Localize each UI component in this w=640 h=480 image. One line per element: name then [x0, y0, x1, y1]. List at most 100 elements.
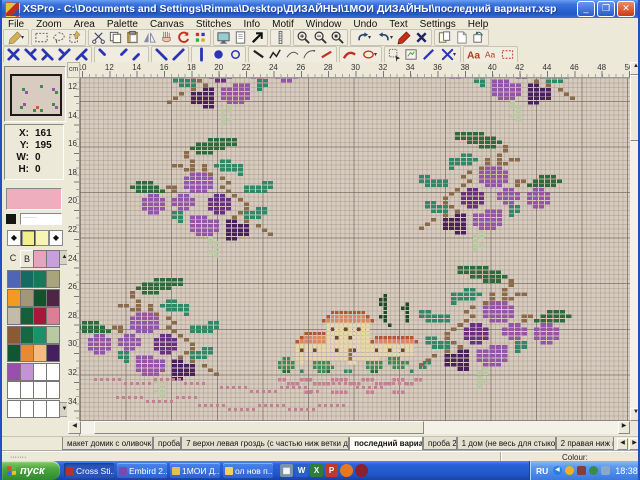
menu-zoom[interactable]: Zoom	[30, 19, 68, 30]
quarter1-button[interactable]	[96, 47, 113, 61]
copy-button[interactable]	[107, 31, 124, 45]
quick-swatch-4[interactable]: ◆	[49, 230, 63, 246]
taskbar-task-3[interactable]: 1МОИ Д...	[170, 463, 220, 478]
palette-color[interactable]	[7, 289, 21, 307]
bstitch-red-button[interactable]	[318, 47, 335, 61]
pattern-button[interactable]	[192, 31, 209, 45]
palette-color[interactable]	[20, 307, 34, 325]
cross-tq2-button[interactable]	[39, 47, 56, 61]
palette-color[interactable]	[46, 307, 60, 325]
palette-b-toggle[interactable]: B	[20, 250, 34, 268]
language-indicator[interactable]: RU	[536, 466, 548, 476]
redo-button[interactable]: ▾	[374, 31, 396, 45]
menu-settings[interactable]: Settings	[414, 19, 462, 30]
horizontal-scroll-thumb[interactable]	[94, 421, 424, 434]
motif-place-button[interactable]	[386, 47, 403, 61]
palette-color[interactable]	[20, 326, 34, 344]
taskbar-task-2[interactable]: Embird 2...	[117, 463, 167, 478]
tray-icon-2[interactable]	[577, 466, 586, 475]
grab-button[interactable]	[158, 31, 175, 45]
scroll-right-button[interactable]: ▶	[618, 421, 630, 434]
menu-help[interactable]: Help	[462, 19, 495, 30]
rotate-page-button[interactable]	[470, 31, 487, 45]
palette-color[interactable]	[46, 270, 60, 288]
text-aa2-button[interactable]: Aa	[482, 47, 499, 61]
palette-color[interactable]	[33, 326, 47, 344]
zoom-in-button[interactable]	[295, 31, 312, 45]
palette-color[interactable]	[46, 344, 60, 362]
quick-swatch-3[interactable]	[35, 230, 49, 246]
palette-color[interactable]	[7, 326, 21, 344]
quick-launch-icon-4[interactable]: P	[325, 464, 338, 477]
bstitch4-button[interactable]	[301, 47, 318, 61]
palette-color[interactable]	[20, 344, 34, 362]
tab-3[interactable]: 7 верхн левая гроздь (с частью ниж ветки…	[181, 437, 349, 450]
arc-red-button[interactable]	[341, 47, 358, 61]
marks-field[interactable]: ·······	[20, 213, 62, 225]
palette-color[interactable]	[7, 307, 21, 325]
flip-button[interactable]	[141, 31, 158, 45]
palette-color[interactable]	[7, 344, 21, 362]
cross-tq4-button[interactable]	[73, 47, 90, 61]
paste-button[interactable]	[124, 31, 141, 45]
cross-full-button[interactable]	[5, 47, 22, 61]
menu-palette[interactable]: Palette	[101, 19, 144, 30]
delete-x-button[interactable]	[413, 31, 430, 45]
quick-launch-icon-6[interactable]	[355, 464, 368, 477]
taskbar-task-1[interactable]: Cross Sti...	[64, 463, 114, 478]
quick-swatch-2[interactable]	[21, 230, 35, 246]
quick-launch-icon-1[interactable]: ▦	[280, 464, 293, 477]
menu-area[interactable]: Area	[68, 19, 101, 30]
palette-color[interactable]	[33, 289, 47, 307]
bstitch1-button[interactable]	[250, 47, 267, 61]
tab-2[interactable]: проба	[153, 437, 181, 450]
vertical-scroll-thumb[interactable]	[630, 75, 640, 141]
scroll-left-button[interactable]: ◀	[68, 421, 81, 434]
sheet-button[interactable]	[232, 31, 249, 45]
palette-color[interactable]	[46, 250, 60, 268]
bstitch3-button[interactable]	[284, 47, 301, 61]
bead-button[interactable]	[227, 47, 244, 61]
palette-color[interactable]	[7, 400, 21, 418]
current-color-swatch[interactable]	[6, 188, 62, 210]
line-blue-button[interactable]	[420, 47, 437, 61]
palette-color[interactable]	[46, 400, 60, 418]
vertical-button[interactable]	[193, 47, 210, 61]
menu-undo[interactable]: Undo	[347, 19, 383, 30]
marquee-red-button[interactable]	[499, 47, 516, 61]
motif-view-button[interactable]	[403, 47, 420, 61]
close-button[interactable]: ✕	[617, 1, 635, 17]
half-fwd-button[interactable]	[170, 47, 187, 61]
knot-button[interactable]	[210, 47, 227, 61]
palette-color[interactable]	[33, 344, 47, 362]
menu-window[interactable]: Window	[300, 19, 348, 30]
palette-color[interactable]	[46, 363, 60, 381]
cross-tq1-button[interactable]	[22, 47, 39, 61]
tab-scroll-left[interactable]: ◀	[617, 438, 628, 450]
lasso-select-button[interactable]	[50, 31, 67, 45]
quick-launch-icon-5[interactable]	[340, 464, 353, 477]
palette-c-toggle[interactable]: C	[7, 250, 19, 266]
menu-file[interactable]: File	[2, 19, 30, 30]
quarter2-button[interactable]	[113, 47, 130, 61]
palette-color[interactable]	[33, 250, 47, 268]
rect-select-button[interactable]	[33, 31, 50, 45]
palette-color[interactable]	[46, 326, 60, 344]
palette-color[interactable]	[33, 363, 47, 381]
area-edit-button[interactable]	[67, 31, 84, 45]
undo-button[interactable]: ▾	[352, 31, 374, 45]
scroll-down-button[interactable]: ▼	[630, 408, 640, 421]
palette-color[interactable]	[20, 400, 34, 418]
palette-color[interactable]	[20, 270, 34, 288]
maximize-button[interactable]: ❐	[597, 1, 615, 17]
menu-text[interactable]: Text	[383, 19, 413, 30]
pencil-red-button[interactable]	[396, 31, 413, 45]
tray-icon-1[interactable]	[565, 466, 574, 475]
palette-color[interactable]	[46, 381, 60, 399]
palette-color[interactable]	[33, 381, 47, 399]
menu-motif[interactable]: Motif	[266, 19, 300, 30]
tab-6[interactable]: 1 дом (не весь для стыковки)	[457, 437, 556, 450]
zoom-out-button[interactable]	[312, 31, 329, 45]
palette-color[interactable]	[7, 381, 21, 399]
scissors-button[interactable]	[90, 31, 107, 45]
